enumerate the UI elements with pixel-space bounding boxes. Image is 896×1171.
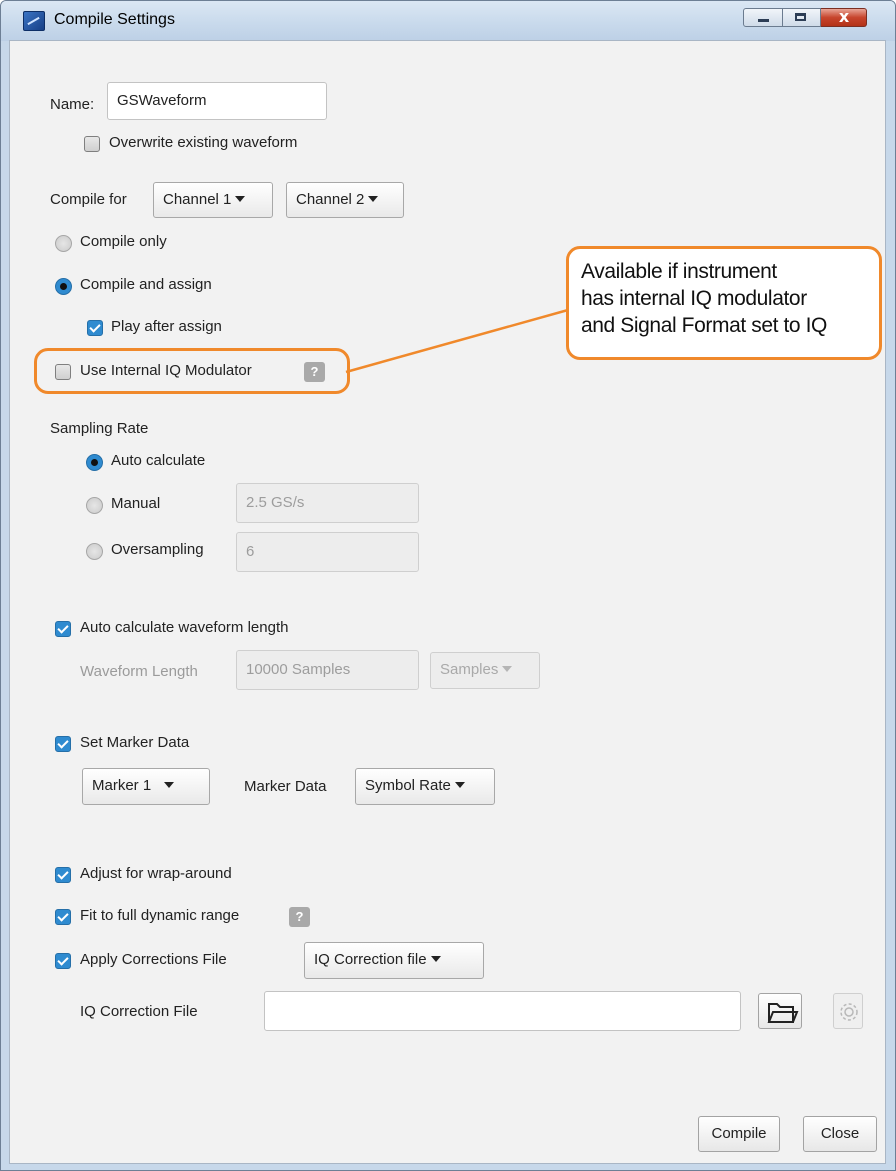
channel1-value: Channel 1 [163,191,232,208]
maximize-button[interactable] [783,8,821,27]
play-after-assign-checkbox[interactable] [87,320,103,336]
manual-rate-input[interactable]: 2.5 GS/s [236,483,419,523]
chevron-down-icon [430,956,441,963]
set-marker-data-label: Set Marker Data [80,734,190,751]
waveform-length-unit-dropdown[interactable]: Samples [430,652,540,689]
close-icon: x [838,7,850,26]
marker-data-label: Marker Data [244,778,327,795]
folder-icon [767,1003,799,1023]
compile-and-assign-radio[interactable] [55,278,72,295]
wrap-around-label: Adjust for wrap-around [80,865,232,882]
iq-correction-file-label: IQ Correction File [80,1003,198,1020]
callout-line-1: Available if instrument [581,260,777,283]
unit-value: Samples [440,661,499,678]
manual-radio[interactable] [86,497,103,514]
help-icon[interactable]: ? [289,907,310,927]
manual-label: Manual [111,495,161,512]
apply-corrections-checkbox[interactable] [55,953,71,969]
chevron-down-icon [368,196,379,203]
waveform-length-input[interactable]: 10000 Samples [236,650,419,690]
callout-line-3: and Signal Format set to IQ [581,314,827,337]
sampling-rate-heading: Sampling Rate [50,420,149,437]
oversampling-input[interactable]: 6 [236,532,419,572]
app-icon [23,11,45,31]
correction-type-value: IQ Correction file [314,951,427,968]
auto-waveform-length-label: Auto calculate waveform length [80,619,289,636]
channel2-dropdown[interactable]: Channel 2 [286,182,404,218]
title-bar: Compile Settings x [1,1,895,41]
auto-calculate-radio[interactable] [86,454,103,471]
compile-and-assign-label: Compile and assign [80,276,212,293]
auto-waveform-length-checkbox[interactable] [55,621,71,637]
apply-corrections-label: Apply Corrections File [80,951,227,968]
compile-for-label: Compile for [50,191,127,208]
compile-button[interactable]: Compile [698,1116,780,1152]
correction-type-dropdown[interactable]: IQ Correction file [304,942,484,979]
close-button[interactable]: Close [803,1116,877,1152]
name-label: Name: [50,96,95,113]
fit-dynamic-range-label: Fit to full dynamic range [80,907,240,924]
settings-button[interactable] [833,993,863,1029]
dialog-body: Name: GSWaveform Overwrite existing wave… [9,40,886,1164]
channel1-dropdown[interactable]: Channel 1 [153,182,273,218]
wrap-around-checkbox[interactable] [55,867,71,883]
marker-data-value: Symbol Rate [365,777,451,794]
window-title: Compile Settings [54,11,175,28]
oversampling-label: Oversampling [111,541,204,558]
iq-correction-file-input[interactable] [264,991,741,1031]
callout-connector [345,308,569,374]
marker-select-dropdown[interactable]: Marker 1 [82,768,210,805]
compile-only-radio[interactable] [55,235,72,252]
overwrite-label: Overwrite existing waveform [109,134,298,151]
compile-only-label: Compile only [80,233,167,250]
chevron-down-icon [235,196,246,203]
auto-calculate-label: Auto calculate [111,452,206,469]
minimize-button[interactable] [743,8,783,27]
callout-line-2: has internal IQ modulator [581,287,807,310]
iq-modulator-highlight [34,348,350,394]
chevron-down-icon [454,782,465,789]
channel2-value: Channel 2 [296,191,365,208]
oversampling-radio[interactable] [86,543,103,560]
overwrite-checkbox[interactable] [84,136,100,152]
chevron-down-icon [502,666,513,673]
minimize-icon [758,19,769,22]
marker-data-dropdown[interactable]: Symbol Rate [355,768,495,805]
marker-select-value: Marker 1 [92,777,152,794]
callout-note: Available if instrument has internal IQ … [566,246,882,360]
gear-icon [840,1003,858,1021]
waveform-length-label: Waveform Length [80,663,198,680]
maximize-icon [795,13,806,21]
browse-folder-button[interactable] [758,993,802,1029]
fit-dynamic-range-checkbox[interactable] [55,909,71,925]
chevron-down-icon [163,782,174,789]
play-after-assign-label: Play after assign [111,318,222,335]
close-window-button[interactable]: x [821,7,867,27]
set-marker-data-checkbox[interactable] [55,736,71,752]
name-input[interactable]: GSWaveform [107,82,327,120]
